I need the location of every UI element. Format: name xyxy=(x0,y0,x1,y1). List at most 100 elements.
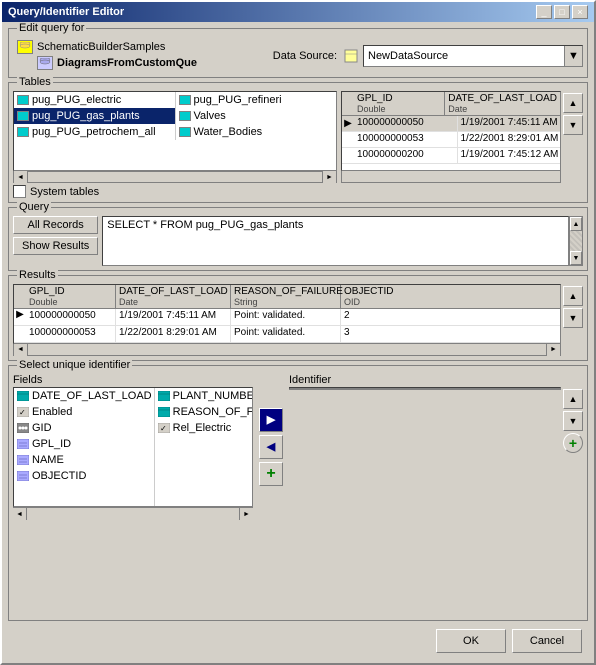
list-item[interactable]: pug_PUG_refineri xyxy=(176,92,337,108)
fields-list[interactable]: DATE_OF_LAST_LOAD ✓ Enabled xyxy=(13,387,253,507)
table-row[interactable]: 100000000053 1/22/2001 8:29:01 AM xyxy=(342,132,560,148)
tables-label: Tables xyxy=(17,76,53,88)
field-icon-name xyxy=(16,453,30,467)
transfer-buttons: ▶ ◀ + xyxy=(257,374,285,519)
field-icon-reason xyxy=(157,405,171,419)
query-scroll-thumb[interactable] xyxy=(570,231,582,251)
list-item[interactable]: ✓ Rel_Electric xyxy=(155,420,252,436)
datasource-icon xyxy=(343,48,359,64)
list-item[interactable]: ✓ Enabled xyxy=(14,404,154,420)
list-item[interactable]: PLANT_NUMBE xyxy=(155,388,252,404)
preview-horizontal-scrollbar[interactable] xyxy=(341,171,561,183)
query-scroll-up[interactable]: ▲ xyxy=(570,217,582,231)
transfer-left-button[interactable]: ◀ xyxy=(259,435,283,459)
list-item[interactable]: Valves xyxy=(176,108,337,124)
tables-list[interactable]: pug_PUG_electric pug_PUG_gas_plants pug_… xyxy=(13,91,337,171)
datasource-row: Data Source: NewDataSource ▼ xyxy=(273,45,583,67)
list-item[interactable]: GPL_ID xyxy=(14,436,154,452)
scroll-left-btn[interactable]: ◄ xyxy=(13,508,27,520)
list-item[interactable]: pug_PUG_gas_plants xyxy=(14,108,175,124)
window-content: Edit query for SchematicBuilderSa xyxy=(2,22,594,663)
list-item[interactable]: pug_PUG_electric xyxy=(14,92,175,108)
table-icon-5 xyxy=(178,109,192,123)
scroll-up-button[interactable]: ▲ xyxy=(563,93,583,113)
identifier-scroll-up[interactable]: ▲ xyxy=(563,389,583,409)
query-scroll-down[interactable]: ▼ xyxy=(570,251,582,265)
results-table: GPL_ID Double DATE_OF_LAST_LOAD Date REA… xyxy=(13,284,561,344)
system-tables-row: System tables xyxy=(13,185,337,198)
datasource-combo[interactable]: NewDataSource ▼ xyxy=(363,45,583,67)
select-uid-group: Select unique identifier Fields xyxy=(8,365,588,621)
table-row[interactable]: 100000000200 1/19/2001 7:45:12 AM xyxy=(342,148,560,164)
ok-button[interactable]: OK xyxy=(436,629,506,653)
window-title: Query/Identifier Editor xyxy=(8,6,124,18)
row-arrow: ▶ xyxy=(342,116,354,131)
preview-side-arrows: ▲ ▼ xyxy=(563,91,583,135)
row-arrow: ▶ xyxy=(14,309,26,325)
list-item[interactable]: DATE_OF_LAST_LOAD xyxy=(14,388,154,404)
results-scroll-down[interactable]: ▼ xyxy=(563,308,583,328)
maximize-button[interactable]: □ xyxy=(554,5,570,19)
all-records-button[interactable]: All Records xyxy=(13,216,98,234)
minimize-button[interactable]: _ xyxy=(536,5,552,19)
query-vertical-scrollbar[interactable]: ▲ ▼ xyxy=(569,216,583,266)
close-button[interactable]: × xyxy=(572,5,588,19)
scroll-down-button[interactable]: ▼ xyxy=(563,115,583,135)
scroll-right-btn[interactable]: ► xyxy=(322,171,336,183)
query-text-area[interactable]: SELECT * FROM pug_PUG_gas_plants xyxy=(102,216,569,266)
list-item[interactable]: Water_Bodies xyxy=(176,124,337,140)
table-row[interactable]: ▶ 100000000050 1/19/2001 7:45:11 AM xyxy=(342,116,560,132)
add-button[interactable]: + xyxy=(259,462,283,486)
table-row[interactable]: 100000000053 1/22/2001 8:29:01 AM Point:… xyxy=(14,326,560,343)
arrow-col-header xyxy=(14,285,26,308)
system-tables-label: System tables xyxy=(30,186,99,198)
system-tables-checkbox[interactable] xyxy=(13,185,26,198)
identifier-scroll-down[interactable]: ▼ xyxy=(563,411,583,431)
scroll-right-btn[interactable]: ► xyxy=(546,344,560,356)
svg-text:✓: ✓ xyxy=(160,424,167,433)
datasource-combo-arrow[interactable]: ▼ xyxy=(564,46,582,66)
list-item[interactable]: NAME xyxy=(14,452,154,468)
child-db-icon xyxy=(37,55,53,71)
list-item[interactable]: pug_PUG_petrochem_all xyxy=(14,124,175,140)
results-horizontal-scrollbar[interactable]: ◄ ► xyxy=(13,344,561,356)
tables-horizontal-scrollbar[interactable]: ◄ ► xyxy=(13,171,337,183)
tables-group: Tables pug_PUG_electric xyxy=(8,82,588,203)
query-group: Query All Records Show Results SELECT * … xyxy=(8,207,588,271)
table-row[interactable]: ▶ 100000000050 1/19/2001 7:45:11 AM Poin… xyxy=(14,309,560,326)
fields-list-wrapper: DATE_OF_LAST_LOAD ✓ Enabled xyxy=(13,387,253,519)
field-icon-check: ✓ xyxy=(16,405,30,419)
table-icon-2 xyxy=(16,109,30,123)
scroll-left-btn[interactable]: ◄ xyxy=(14,344,28,356)
list-item[interactable]: REASON_OF_F xyxy=(155,404,252,420)
results-header: GPL_ID Double DATE_OF_LAST_LOAD Date REA… xyxy=(14,285,560,309)
field-icon-field1 xyxy=(16,437,30,451)
identifier-action-btn[interactable]: + xyxy=(563,433,583,453)
db-icon xyxy=(17,40,33,54)
mini-table-panel: GPL_ID Double DATE_OF_LAST_LOAD Date ▶ xyxy=(341,91,561,183)
database-icon xyxy=(17,39,33,55)
select-uid-content: Fields DATE_OF_LAST_LOAD xyxy=(13,374,583,519)
field-icon-rel: ✓ xyxy=(157,421,171,435)
datasource-label: Data Source: xyxy=(273,50,337,62)
fields-horizontal-scrollbar[interactable]: ◄ ► xyxy=(13,507,253,519)
title-bar: Query/Identifier Editor _ □ × xyxy=(2,2,594,22)
field-icon-date xyxy=(16,389,30,403)
edit-query-label: Edit query for xyxy=(17,22,86,34)
fields-col-2: PLANT_NUMBE REASON_OF_F xyxy=(155,388,252,506)
table-icon-6 xyxy=(178,125,192,139)
results-scroll-up[interactable]: ▲ xyxy=(563,286,583,306)
transfer-right-button[interactable]: ▶ xyxy=(259,408,283,432)
preview-area: GPL_ID Double DATE_OF_LAST_LOAD Date ▶ xyxy=(341,91,583,198)
list-item[interactable]: OBJECTID xyxy=(14,468,154,484)
table-icon-3 xyxy=(16,125,30,139)
datasource-value: NewDataSource xyxy=(364,50,564,62)
results-col-4: OBJECTID OID xyxy=(341,285,560,308)
show-results-button[interactable]: Show Results xyxy=(13,237,98,255)
scroll-left-btn[interactable]: ◄ xyxy=(14,171,28,183)
scroll-right-btn[interactable]: ► xyxy=(239,508,253,520)
cancel-button[interactable]: Cancel xyxy=(512,629,582,653)
identifier-area: ▲ ▼ + xyxy=(289,387,583,453)
identifier-horizontal-scrollbar[interactable] xyxy=(289,389,561,401)
list-item[interactable]: GID xyxy=(14,420,154,436)
